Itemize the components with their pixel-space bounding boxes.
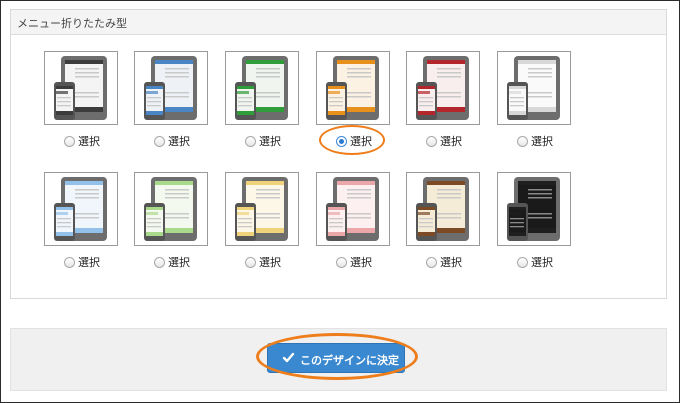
radio-label: 選択 [78,135,100,148]
radio-button[interactable] [64,257,75,268]
design-thumbnail-light-green[interactable] [134,172,208,246]
design-thumbnail-orange[interactable] [316,51,390,125]
design-thumbnail-green[interactable] [225,51,299,125]
design-thumbnail-brown[interactable] [406,172,480,246]
radio-label: 選択 [440,135,462,148]
radio-label: 選択 [259,256,281,269]
device-preview-icon [235,56,288,120]
confirm-button-highlight [256,333,418,380]
device-preview-icon [235,177,288,241]
device-preview-icon [144,56,197,120]
device-preview-icon [144,177,197,241]
device-preview-icon [326,177,379,241]
radio-button[interactable] [245,136,256,147]
radio-button[interactable] [517,257,528,268]
design-thumbnail-light-blue[interactable] [44,172,118,246]
radio-button[interactable] [517,136,528,147]
selected-option-highlight [319,125,385,155]
radio-button[interactable] [426,257,437,268]
design-thumbnail-yellow[interactable] [225,172,299,246]
radio-button[interactable] [245,257,256,268]
design-thumbnail-red[interactable] [406,51,480,125]
device-preview-icon [507,56,560,120]
device-preview-icon [416,56,469,120]
design-thumbnail-white[interactable] [497,51,571,125]
radio-label: 選択 [531,135,553,148]
device-preview-icon [416,177,469,241]
radio-label: 選択 [259,135,281,148]
radio-label: 選択 [168,256,190,269]
device-preview-icon [326,56,379,120]
radio-button[interactable] [64,136,75,147]
radio-label: 選択 [78,256,100,269]
design-thumbnail-black[interactable] [44,51,118,125]
device-preview-icon [54,56,107,120]
radio-label: 選択 [350,256,372,269]
device-preview-icon [54,177,107,241]
radio-label: 選択 [531,256,553,269]
radio-label: 選択 [168,135,190,148]
radio-button[interactable] [426,136,437,147]
panel-title: メニュー折りたたみ型 [17,17,127,30]
design-thumbnail-blue[interactable] [134,51,208,125]
radio-button[interactable] [154,136,165,147]
design-thumbnail-pink[interactable] [316,172,390,246]
radio-button[interactable] [336,257,347,268]
radio-label: 選択 [440,256,462,269]
device-preview-icon [507,177,560,241]
panel-header: メニュー折りたたみ型 [11,10,666,35]
radio-button[interactable] [154,257,165,268]
design-thumbnail-dark[interactable] [497,172,571,246]
